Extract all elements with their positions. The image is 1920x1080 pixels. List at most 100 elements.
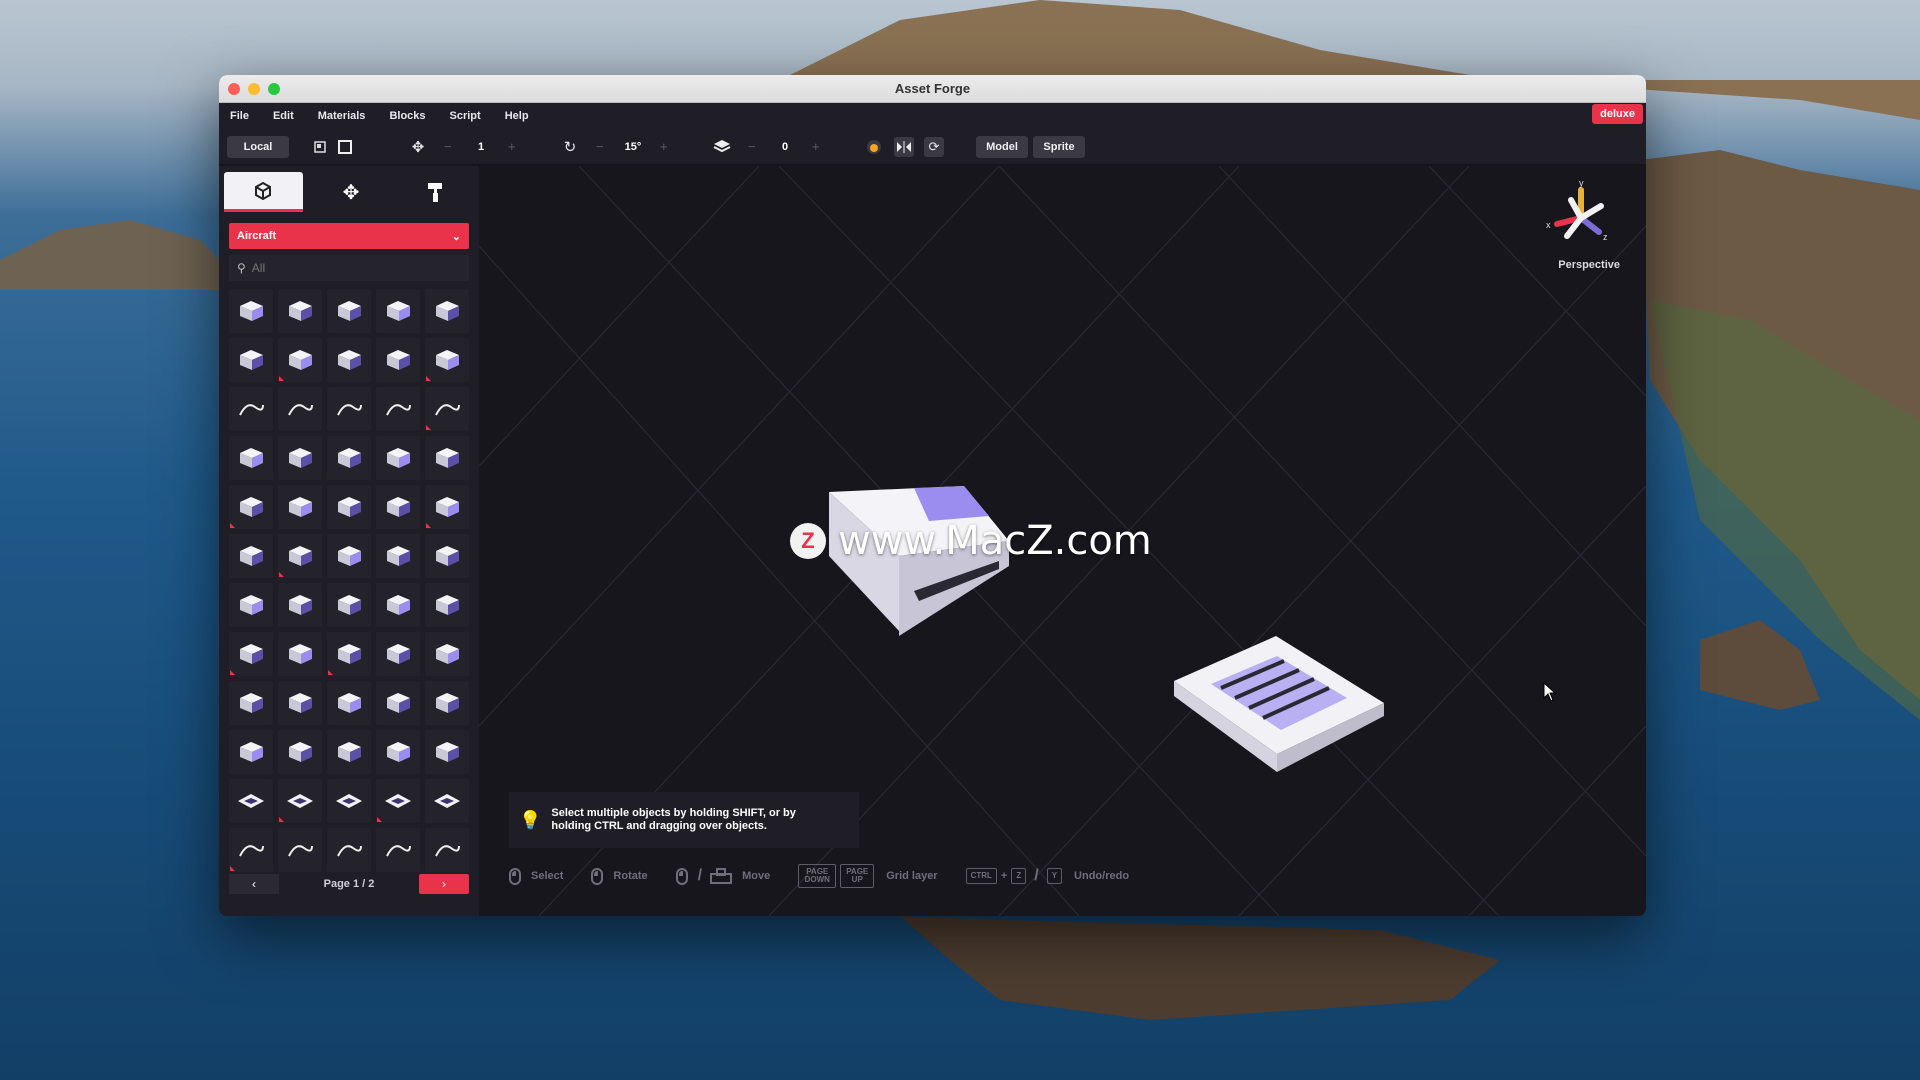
block-item[interactable]	[278, 534, 322, 578]
menu-blocks[interactable]: Blocks	[389, 110, 425, 122]
block-item[interactable]	[376, 730, 420, 774]
block-item[interactable]	[425, 779, 469, 823]
model-fuselage-block[interactable]	[819, 486, 1119, 686]
model-panel-block[interactable]	[1169, 636, 1399, 796]
block-item[interactable]	[425, 583, 469, 627]
deluxe-badge[interactable]: deluxe	[1592, 104, 1643, 124]
rotate-step-value[interactable]: 15°	[613, 141, 653, 153]
reset-icon[interactable]: ⟳	[924, 137, 944, 157]
block-item[interactable]	[376, 338, 420, 382]
block-item[interactable]	[229, 632, 273, 676]
block-item[interactable]	[278, 485, 322, 529]
block-item[interactable]	[229, 534, 273, 578]
block-item[interactable]	[425, 387, 469, 431]
menu-help[interactable]: Help	[505, 110, 529, 122]
block-item[interactable]	[376, 828, 420, 872]
block-item[interactable]	[327, 828, 371, 872]
minimize-window-button[interactable]	[248, 83, 260, 95]
block-item[interactable]	[376, 436, 420, 480]
tab-paint[interactable]	[395, 172, 474, 212]
block-item[interactable]	[278, 436, 322, 480]
block-item[interactable]	[278, 387, 322, 431]
block-search-input[interactable]: ⚲ All	[229, 255, 469, 281]
menu-materials[interactable]: Materials	[318, 110, 366, 122]
block-item[interactable]	[278, 779, 322, 823]
mirror-icon[interactable]	[894, 137, 914, 157]
close-window-button[interactable]	[228, 83, 240, 95]
block-item[interactable]	[425, 436, 469, 480]
block-item[interactable]	[229, 387, 273, 431]
next-page-button[interactable]: ›	[419, 874, 469, 894]
view-mode-label[interactable]: Perspective	[1558, 259, 1620, 271]
category-dropdown[interactable]: Aircraft ⌄	[229, 223, 469, 249]
block-item[interactable]	[425, 828, 469, 872]
sprite-button[interactable]: Sprite	[1033, 136, 1085, 158]
move-arrows-icon[interactable]: ✥	[408, 137, 428, 157]
rotate-step-plus[interactable]: +	[660, 139, 668, 154]
block-item[interactable]	[278, 681, 322, 725]
maximize-window-button[interactable]	[268, 83, 280, 95]
block-item[interactable]	[327, 436, 371, 480]
rotate-step-minus[interactable]: −	[596, 139, 604, 154]
block-item[interactable]	[327, 387, 371, 431]
block-item[interactable]	[278, 583, 322, 627]
block-item[interactable]	[229, 485, 273, 529]
block-item[interactable]	[278, 338, 322, 382]
block-item[interactable]	[229, 338, 273, 382]
block-item[interactable]	[327, 779, 371, 823]
block-item[interactable]	[327, 534, 371, 578]
block-item[interactable]	[229, 730, 273, 774]
menu-file[interactable]: File	[230, 110, 249, 122]
block-item[interactable]	[376, 534, 420, 578]
block-item[interactable]	[327, 681, 371, 725]
block-item[interactable]	[229, 681, 273, 725]
block-item[interactable]	[327, 289, 371, 333]
block-item[interactable]	[376, 289, 420, 333]
block-item[interactable]	[425, 289, 469, 333]
block-item[interactable]	[327, 632, 371, 676]
block-item[interactable]	[376, 681, 420, 725]
move-step-value[interactable]: 1	[461, 141, 501, 153]
snap-small-icon[interactable]	[310, 137, 330, 157]
rotate-icon[interactable]: ↻	[560, 137, 580, 157]
layer-value[interactable]: 0	[765, 141, 805, 153]
move-step-plus[interactable]: +	[508, 139, 516, 154]
menu-edit[interactable]: Edit	[273, 110, 294, 122]
block-item[interactable]	[229, 289, 273, 333]
block-item[interactable]	[376, 387, 420, 431]
move-step-minus[interactable]: −	[444, 139, 452, 154]
block-item[interactable]	[229, 583, 273, 627]
tab-blocks[interactable]	[224, 172, 303, 212]
block-item[interactable]	[425, 632, 469, 676]
block-item[interactable]	[376, 779, 420, 823]
block-item[interactable]	[229, 436, 273, 480]
block-item[interactable]	[278, 730, 322, 774]
block-item[interactable]	[425, 534, 469, 578]
block-item[interactable]	[229, 779, 273, 823]
axis-gizmo[interactable]: y x z	[1541, 176, 1621, 256]
block-item[interactable]	[425, 338, 469, 382]
block-item[interactable]	[376, 485, 420, 529]
block-item[interactable]	[376, 632, 420, 676]
layer-plus[interactable]: +	[812, 139, 820, 154]
block-item[interactable]	[278, 828, 322, 872]
block-item[interactable]	[425, 730, 469, 774]
layer-minus[interactable]: −	[748, 139, 756, 154]
block-item[interactable]	[278, 632, 322, 676]
light-toggle-icon[interactable]	[864, 137, 884, 157]
block-item[interactable]	[327, 338, 371, 382]
block-item[interactable]	[327, 730, 371, 774]
block-item[interactable]	[327, 485, 371, 529]
block-item[interactable]	[278, 289, 322, 333]
prev-page-button[interactable]: ‹	[229, 874, 279, 894]
local-space-button[interactable]: Local	[227, 136, 289, 158]
block-item[interactable]	[425, 681, 469, 725]
block-item[interactable]	[376, 583, 420, 627]
snap-box-icon[interactable]	[335, 137, 355, 157]
model-button[interactable]: Model	[976, 136, 1028, 158]
menu-script[interactable]: Script	[450, 110, 481, 122]
block-item[interactable]	[229, 828, 273, 872]
tab-transform[interactable]: ✥	[312, 172, 391, 212]
block-item[interactable]	[327, 583, 371, 627]
layers-icon[interactable]	[712, 137, 732, 157]
